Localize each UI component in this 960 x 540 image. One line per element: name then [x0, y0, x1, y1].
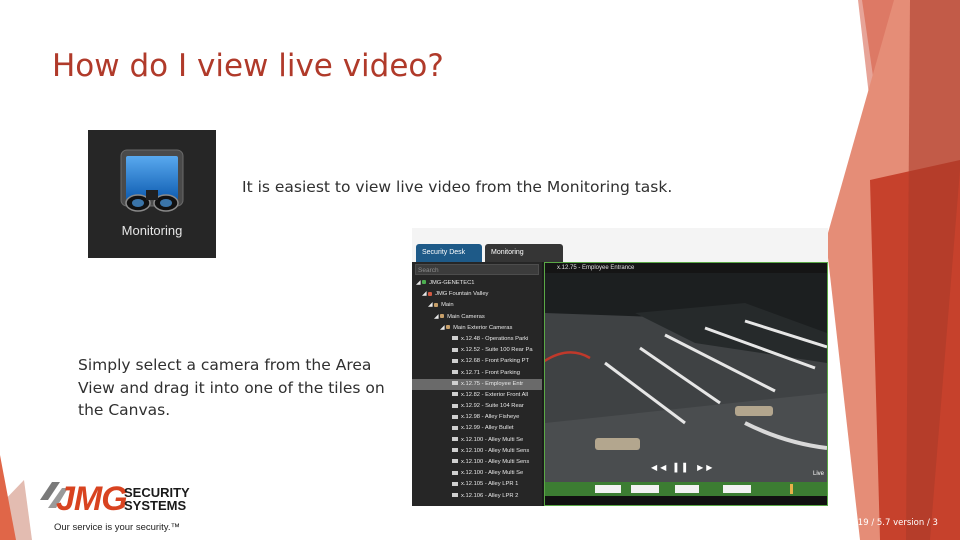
tree-item[interactable]: ◢ Main Cameras	[412, 312, 542, 323]
slide-title: How do I view live video?	[52, 48, 444, 84]
camera-item[interactable]: x.12.105 - Alley LPR 1	[412, 479, 542, 490]
camera-item[interactable]: x.12.68 - Front Parking PT	[412, 356, 542, 367]
tile-title: x.12.75 - Employee Entrance	[545, 263, 827, 273]
camera-video-feed	[545, 273, 827, 482]
logo-tagline: Our service is your security.™	[54, 522, 180, 533]
camera-item[interactable]: x.12.98 - Alley Fisheye	[412, 412, 542, 423]
slide-footer: July 2019 / 5.7 version / 3	[829, 518, 938, 528]
camera-item[interactable]: x.12.100 - Alley Multi Se	[412, 468, 542, 479]
tree-item[interactable]: ◢ JMG-GENETEC1	[412, 278, 542, 289]
monitoring-label: Monitoring	[121, 223, 183, 238]
canvas-tile[interactable]: x.12.75 - Employee Entrance ◀◀ ▌▌ ▶▶ Liv…	[544, 262, 828, 506]
logo-brand: JMG	[56, 480, 128, 518]
timeline-bar[interactable]	[545, 482, 827, 496]
camera-item[interactable]: x.12.52 - Suite 100 Rear Pa	[412, 345, 542, 356]
body-text-secondary: Simply select a camera from the Area Vie…	[78, 356, 385, 419]
live-indicator: Live	[812, 471, 824, 477]
area-view-tree: ◢ JMG-GENETEC1 ◢ JMG Fountain Valley ◢ M…	[412, 278, 542, 502]
logo-wordmark: SECURITY SYSTEMS	[124, 485, 190, 513]
monitoring-task-tile: Monitoring	[88, 130, 216, 258]
camera-item[interactable]: x.12.48 - Operations Parki	[412, 334, 542, 345]
camera-item[interactable]: x.12.100 - Alley Multi Sens	[412, 446, 542, 457]
camera-item[interactable]: x.12.71 - Front Parking	[412, 368, 542, 379]
task-tab-bar: Security Desk Monitoring	[412, 228, 828, 262]
camera-item-selected[interactable]: x.12.75 - Employee Entr	[412, 378, 542, 390]
search-input[interactable]: Search	[415, 264, 539, 275]
company-logo: JMG SECURITY SYSTEMS Our service is your…	[38, 474, 198, 536]
tree-item[interactable]: ◢ Main	[412, 300, 542, 311]
area-view-panel: Search ◢ JMG-GENETEC1 ◢ JMG Fountain Val…	[412, 262, 542, 506]
camera-item[interactable]: x.12.99 - Alley Bullet	[412, 423, 542, 434]
body-text-primary: It is easiest to view live video from th…	[242, 178, 673, 196]
camera-item[interactable]: x.12.92 - Suite 104 Rear	[412, 401, 542, 412]
camera-item[interactable]: x.12.100 - Alley Multi Se	[412, 435, 542, 446]
timeline-segments	[595, 484, 793, 494]
camera-item[interactable]: x.12.100 - Alley Multi Sens	[412, 457, 542, 468]
playback-controls[interactable]: ◀◀ ▌▌ ▶▶	[651, 463, 715, 472]
tab-monitoring[interactable]: Monitoring	[485, 244, 563, 262]
camera-item[interactable]: x.12.82 - Exterior Front All	[412, 390, 542, 401]
tree-item[interactable]: ◢ JMG Fountain Valley	[412, 289, 542, 300]
tree-item[interactable]: ◢ Main Exterior Cameras	[412, 323, 542, 334]
camera-item[interactable]: x.12.106 - Alley LPR 2	[412, 491, 542, 502]
binoculars-icon	[120, 149, 184, 212]
security-desk-screenshot: Security Desk Monitoring Search ◢ JMG-GE…	[412, 228, 828, 506]
tab-security-desk[interactable]: Security Desk	[416, 244, 482, 262]
